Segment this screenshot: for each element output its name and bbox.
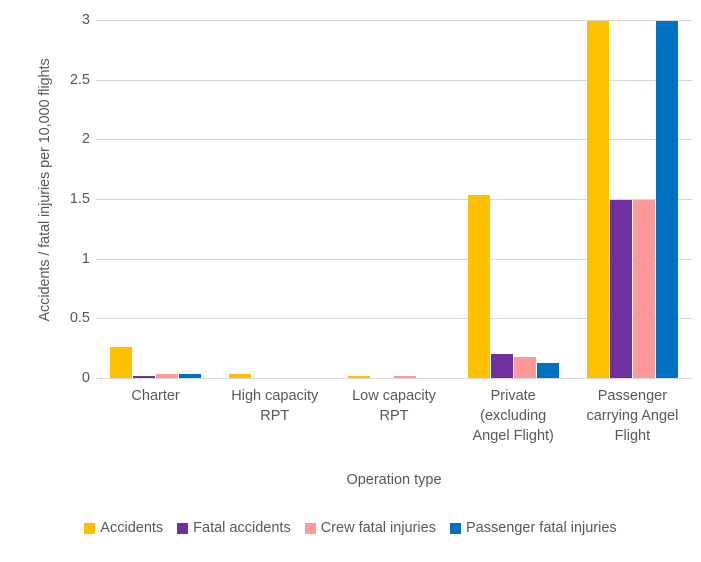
y-axis-tick-label: 2	[81, 131, 90, 148]
y-axis-tick-label: 3	[81, 12, 90, 28]
bar[interactable]	[655, 21, 678, 378]
plot-area	[96, 20, 692, 378]
legend-item[interactable]: Fatal accidents	[177, 520, 291, 536]
x-axis-tick-labels: Charter High capacity RPT Low capacity RPT Pr…	[96, 386, 692, 464]
bar[interactable]	[609, 200, 632, 378]
legend-item[interactable]: Crew fatal injuries	[304, 520, 436, 536]
legend-label: Passenger fatal injuries	[465, 520, 617, 536]
bar-chart: Accidents / fatal injuries per 10,000 fl…	[0, 0, 701, 562]
x-axis-tick-label: Low capacity RPT	[352, 388, 436, 424]
y-axis-tick-label: 2.5	[69, 71, 90, 88]
x-axis-tick-label: Private (excluding Angel Flight)	[472, 388, 554, 444]
legend-label: Accidents	[100, 520, 164, 536]
legend-swatch-icon	[177, 522, 189, 534]
x-axis-title: Operation type	[346, 472, 442, 488]
legend-label: Crew fatal injuries	[320, 520, 436, 536]
bar[interactable]	[110, 346, 133, 378]
y-axis-tick-labels: 0 0.5 1 1.5 2 2.5 3	[48, 8, 90, 390]
y-axis-tick-label: 1.5	[69, 191, 90, 207]
legend-label: Fatal accidents	[193, 520, 291, 536]
bar[interactable]	[467, 195, 490, 378]
legend-item[interactable]: Passenger fatal injuries	[449, 520, 617, 536]
bar[interactable]	[632, 200, 655, 378]
bar-group	[96, 20, 215, 378]
y-axis-tick-label: 0	[81, 370, 90, 386]
bar[interactable]	[586, 21, 609, 378]
bar-group	[454, 20, 573, 378]
chart-legend: Accidents Fatal accidents Crew fatal injur…	[0, 520, 701, 536]
x-axis-tick-label: Charter	[131, 388, 180, 404]
y-axis-tick-label: 1	[81, 250, 90, 267]
y-axis-tick-label: 0.5	[69, 310, 90, 327]
bar-group	[573, 20, 692, 378]
x-axis-baseline	[96, 378, 692, 379]
bar[interactable]	[513, 356, 536, 378]
x-axis-tick-label: Passenger carrying Angel Flight	[586, 388, 679, 444]
bar-group	[215, 20, 334, 378]
bar[interactable]	[490, 354, 513, 378]
x-axis-tick-label: High capacity RPT	[231, 388, 319, 424]
legend-item[interactable]: Accidents	[84, 520, 163, 536]
legend-swatch-icon	[304, 522, 316, 534]
bar-group	[334, 20, 453, 378]
legend-swatch-icon	[84, 522, 96, 534]
legend-swatch-icon	[449, 522, 461, 534]
bar[interactable]	[536, 362, 559, 378]
